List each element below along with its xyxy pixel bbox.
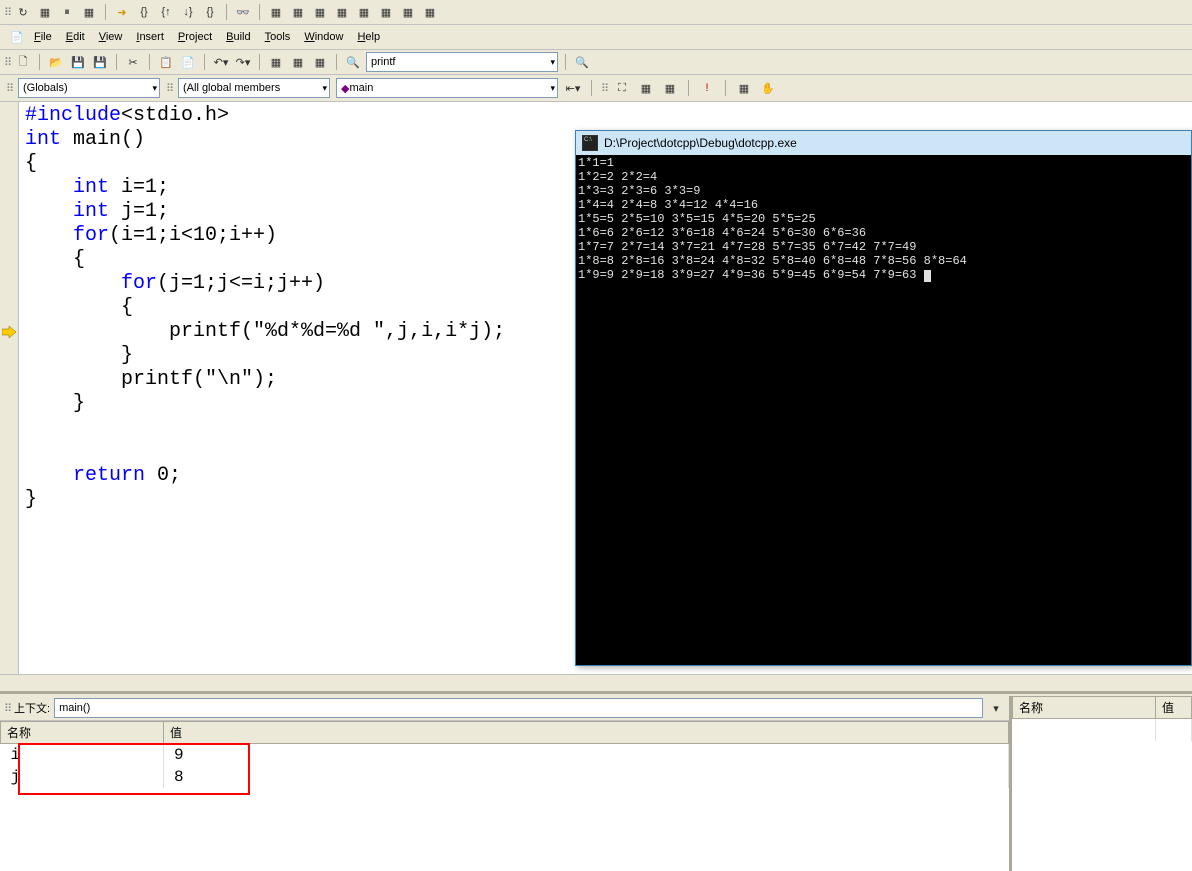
save-icon[interactable]: 💾 <box>69 53 87 71</box>
rebuild-icon[interactable]: ▦ <box>661 79 679 97</box>
function-value: main <box>349 82 373 94</box>
wizard-bar: ⠿ (Globals) ⠿ (All global members ◆ main… <box>0 75 1192 102</box>
editor-gutter <box>0 102 19 674</box>
variable-row[interactable]: i9 <box>1 744 1009 767</box>
toolbar-grip: ⠿ <box>166 82 172 95</box>
app-icon: 📄 <box>8 28 26 46</box>
context-label: 上下文: <box>14 700 50 716</box>
break-icon[interactable]: ⏸ <box>58 3 76 21</box>
debug-toolbar: ⠿ ↻ ▦ ⏸ ▦ ➜ {} {↑ ↓} {} 👓 ▦ ▦ ▦ ▦ ▦ ▦ ▦ … <box>0 0 1192 25</box>
callstack-icon[interactable]: ▦ <box>399 3 417 21</box>
step-into-icon[interactable]: ➜ <box>113 3 131 21</box>
function-combo[interactable]: ◆ main <box>336 78 558 98</box>
editor-scroll-stub <box>0 674 1192 691</box>
apply-icon[interactable]: ▦ <box>80 3 98 21</box>
members-value: (All global members <box>183 82 280 94</box>
step-over-icon[interactable]: {} <box>135 3 153 21</box>
console-app-icon <box>582 135 598 151</box>
execute-icon[interactable]: ! <box>698 79 716 97</box>
col-name-header[interactable]: 名称 <box>1013 697 1156 719</box>
watch-panel: ⠿ 上下文: ▾ 名称 值 i9j8 名称 值 <box>0 691 1192 871</box>
open-icon[interactable]: 📂 <box>47 53 65 71</box>
cut-icon[interactable]: ✂ <box>124 53 142 71</box>
watch3-icon[interactable]: ▦ <box>311 3 329 21</box>
menu-project[interactable]: Project <box>172 29 218 45</box>
menu-edit[interactable]: Edit <box>60 29 91 45</box>
run-to-cursor-icon[interactable]: ↓} <box>179 3 197 21</box>
menu-help[interactable]: Help <box>351 29 386 45</box>
output-icon[interactable]: ▦ <box>289 53 307 71</box>
undo-icon[interactable]: ↶▾ <box>212 53 230 71</box>
toolbar-grip: ⠿ <box>4 6 10 19</box>
toolbar-grip: ⠿ <box>4 702 10 715</box>
toolbar-grip: ⠿ <box>601 82 607 95</box>
watch2-table: 名称 值 <box>1012 696 1192 741</box>
workspace-icon[interactable]: ▦ <box>267 53 285 71</box>
variable-row[interactable]: j8 <box>1 766 1009 788</box>
context-dropdown-icon[interactable]: ▾ <box>987 699 1005 717</box>
find-icon[interactable]: 🔍 <box>344 53 362 71</box>
save-all-icon[interactable]: 💾 <box>91 53 109 71</box>
toolbar-grip: ⠿ <box>4 56 10 69</box>
auto-watch-pane: ⠿ 上下文: ▾ 名称 值 i9j8 <box>0 696 1012 871</box>
current-line-arrow-icon <box>2 326 16 338</box>
nav-back-icon[interactable]: ⇤▾ <box>564 79 582 97</box>
context-input[interactable] <box>54 698 983 718</box>
paste-icon[interactable]: 📄 <box>179 53 197 71</box>
variables-table: 名称 值 i9j8 <box>0 721 1009 788</box>
window-list-icon[interactable]: ▦ <box>311 53 329 71</box>
find-in-files-icon[interactable]: 🔍 <box>573 53 591 71</box>
insert-bp-icon[interactable]: ✋ <box>759 79 777 97</box>
col-value-header[interactable]: 值 <box>164 722 1009 744</box>
go-icon[interactable]: ▦ <box>735 79 753 97</box>
watch2-icon[interactable]: ▦ <box>289 3 307 21</box>
console-output: 1*1=11*2=2 2*2=41*3=3 2*3=6 3*3=91*4=4 2… <box>576 155 1191 283</box>
col-name-header[interactable]: 名称 <box>1 722 164 744</box>
menu-tools[interactable]: Tools <box>259 29 297 45</box>
members-combo[interactable]: (All global members <box>178 78 330 98</box>
find-combo[interactable]: printf <box>366 52 558 72</box>
compile-icon[interactable]: ⛶ <box>613 79 631 97</box>
quickwatch-icon[interactable]: 👓 <box>234 3 252 21</box>
menu-build[interactable]: Build <box>220 29 256 45</box>
new-file-icon[interactable]: 🗋 <box>14 53 32 71</box>
console-title-text: D:\Project\dotcpp\Debug\dotcpp.exe <box>604 136 797 150</box>
standard-toolbar: ⠿ 🗋 📂 💾 💾 ✂ 📋 📄 ↶▾ ↷▾ ▦ ▦ ▦ 🔍 printf 🔍 <box>0 50 1192 75</box>
restart-debug-icon[interactable]: ↻ <box>14 3 32 21</box>
scope-value: (Globals) <box>23 82 68 94</box>
registers-icon[interactable]: ▦ <box>355 3 373 21</box>
console-window[interactable]: D:\Project\dotcpp\Debug\dotcpp.exe 1*1=1… <box>575 130 1192 666</box>
redo-icon[interactable]: ↷▾ <box>234 53 252 71</box>
copy-icon[interactable]: 📋 <box>157 53 175 71</box>
menu-file[interactable]: FFileile <box>28 29 58 45</box>
find-text: printf <box>371 56 395 68</box>
stop-debug-icon[interactable]: ▦ <box>36 3 54 21</box>
build-icon[interactable]: ▦ <box>637 79 655 97</box>
memory-icon[interactable]: ▦ <box>377 3 395 21</box>
empty-cell[interactable] <box>1013 719 1156 742</box>
menu-insert[interactable]: Insert <box>130 29 170 45</box>
menu-bar: 📄 FFileile Edit View Insert Project Buil… <box>0 25 1192 50</box>
col-value-header[interactable]: 值 <box>1156 697 1192 719</box>
watch4-icon[interactable]: ▦ <box>333 3 351 21</box>
scope-combo[interactable]: (Globals) <box>18 78 160 98</box>
menu-view[interactable]: View <box>93 29 129 45</box>
continue-icon[interactable]: {} <box>201 3 219 21</box>
menu-window[interactable]: Window <box>298 29 349 45</box>
toolbar-grip: ⠿ <box>6 82 12 95</box>
watch-pane-2: 名称 值 <box>1012 696 1192 871</box>
disasm-icon[interactable]: ▦ <box>421 3 439 21</box>
context-bar: ⠿ 上下文: ▾ <box>0 696 1009 721</box>
console-titlebar[interactable]: D:\Project\dotcpp\Debug\dotcpp.exe <box>576 131 1191 155</box>
watch1-icon[interactable]: ▦ <box>267 3 285 21</box>
step-out-icon[interactable]: {↑ <box>157 3 175 21</box>
